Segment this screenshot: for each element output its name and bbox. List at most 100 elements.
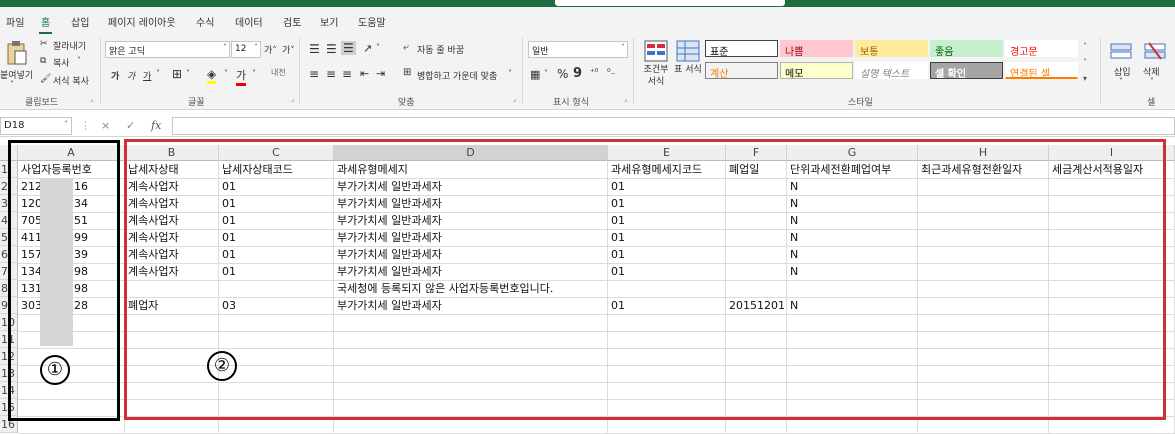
decrease-decimal-icon[interactable]: ⁰₋ [607, 68, 615, 78]
clipboard-group-label: 클립보드 [25, 98, 59, 108]
phonetic-button[interactable]: 내천 [271, 67, 286, 78]
alignment-group-label: 맞춤 [398, 98, 415, 108]
tab-file[interactable]: 파일 [6, 14, 24, 29]
merge-dropdown-icon[interactable]: ˅ [508, 69, 512, 78]
format-as-table-icon[interactable] [676, 40, 700, 62]
clipboard-launcher-icon[interactable]: ⌟ [90, 95, 93, 103]
format-as-table-button[interactable]: 표 서식 [674, 64, 702, 76]
cell-style-4[interactable]: 경고문 [1005, 40, 1078, 58]
bold-button[interactable]: 가 [111, 69, 119, 82]
wrap-text-button[interactable]: 자동 줄 바꿈 [417, 43, 464, 56]
grow-font-button[interactable]: 가˄ [264, 43, 277, 56]
align-middle-icon[interactable]: ☰ [326, 42, 337, 56]
insert-function-icon[interactable]: fx [151, 119, 161, 132]
shrink-font-button[interactable]: 가˅ [282, 43, 295, 56]
border-icon[interactable]: ⊞ [172, 67, 182, 81]
tab-insert[interactable]: 삽입 [71, 14, 89, 29]
cell-style-1[interactable]: 나쁨 [780, 40, 853, 58]
title-bar [0, 0, 1175, 7]
cells-group-label: 셀 [1147, 98, 1156, 108]
tab-page-layout[interactable]: 페이지 레이아웃 [108, 14, 176, 29]
cut-button[interactable]: 잘라내기 [53, 39, 86, 52]
merge-icon: ⊞ [403, 67, 412, 78]
formula-input[interactable] [172, 117, 1175, 135]
cell-style-3[interactable]: 좋음 [930, 40, 1003, 58]
copy-button[interactable]: 복사 [53, 56, 70, 69]
insert-cells-icon[interactable] [1110, 41, 1132, 61]
annotation-label-1: ① [40, 355, 70, 385]
align-left-icon[interactable]: ≡ [309, 67, 319, 81]
align-center-icon[interactable]: ≡ [326, 67, 336, 81]
orientation-dropdown-icon[interactable]: ˅ [376, 43, 380, 52]
copy-icon: ⧉ [40, 56, 47, 66]
tab-help[interactable]: 도움말 [358, 14, 386, 29]
font-size-combo[interactable]: 12 ˅ [231, 41, 261, 58]
gallery-down-icon[interactable]: ˅ [1083, 58, 1087, 67]
insert-dropdown-icon[interactable]: ˅ [1119, 77, 1123, 86]
name-box-value: D18 [4, 120, 25, 131]
increase-decimal-icon[interactable]: ⁺⁰ [590, 68, 598, 78]
annotation-box-2 [124, 139, 1166, 420]
number-launcher-icon[interactable]: ⌟ [624, 95, 627, 103]
paste-dropdown-icon[interactable]: ˅ [10, 80, 14, 89]
fill-color-icon[interactable]: ◈ [207, 67, 217, 84]
accounting-icon[interactable]: ▦ [530, 68, 540, 81]
cell-style-9[interactable]: 연결된 셀 [1005, 62, 1078, 80]
separator [522, 38, 523, 104]
cell-style-5[interactable]: 계산 [705, 62, 778, 80]
align-top-icon[interactable]: ☰ [309, 42, 320, 56]
conditional-format-icon[interactable] [644, 40, 668, 62]
align-right-icon[interactable]: ≡ [342, 67, 352, 81]
gallery-more-icon[interactable]: ▾ [1083, 74, 1087, 83]
decrease-indent-icon[interactable]: ⇤ [360, 67, 369, 80]
title-search-box[interactable] [555, 0, 785, 6]
align-bottom-icon[interactable]: ☰ [341, 41, 356, 55]
font-group-label: 글꼴 [188, 98, 205, 108]
chevron-down-icon: ˅ [254, 43, 258, 52]
font-size-value: 12 [235, 44, 247, 54]
format-painter-icon: 🖌 [40, 74, 52, 84]
underline-dropdown-icon[interactable]: ˅ [156, 69, 160, 78]
tab-review[interactable]: 검토 [283, 14, 301, 29]
cancel-icon[interactable]: × [101, 119, 110, 132]
separator [1100, 38, 1101, 104]
delete-cells-icon[interactable] [1144, 41, 1166, 61]
enter-icon[interactable]: ✓ [126, 119, 135, 132]
cell-style-7[interactable]: 설명 텍스트 [855, 62, 928, 80]
cell-style-6[interactable]: 메모 [780, 62, 853, 80]
paste-button[interactable]: 붙여넣기 [0, 68, 33, 81]
increase-indent-icon[interactable]: ⇥ [376, 67, 385, 80]
cell-style-8[interactable]: 셀 확인 [930, 62, 1003, 80]
orientation-icon[interactable]: ↗ [363, 42, 372, 55]
accounting-dropdown-icon[interactable]: ˅ [544, 69, 548, 78]
tab-data[interactable]: 데이터 [235, 14, 263, 29]
comma-button[interactable]: 9 [573, 66, 582, 81]
cell-style-0[interactable]: 표준 [705, 40, 778, 58]
cell-style-2[interactable]: 보통 [855, 40, 928, 58]
name-box[interactable]: D18 ˅ [0, 117, 72, 135]
tab-view[interactable]: 보기 [320, 14, 338, 29]
border-dropdown-icon[interactable]: ˅ [186, 69, 190, 78]
chevron-down-icon: ˅ [621, 43, 625, 52]
tab-formulas[interactable]: 수식 [196, 14, 214, 29]
tab-home[interactable]: 홈 [38, 14, 53, 34]
delete-dropdown-icon[interactable]: ˅ [1150, 77, 1154, 86]
gallery-up-icon[interactable]: ˄ [1083, 42, 1087, 51]
alignment-launcher-icon[interactable]: ⌟ [513, 95, 516, 103]
underline-button[interactable]: 가 [143, 69, 151, 82]
format-painter-button[interactable]: 서식 복사 [53, 74, 89, 87]
conditional-format-button[interactable]: 조건부 서식 [642, 64, 670, 88]
fill-dropdown-icon[interactable]: ˅ [224, 69, 228, 78]
merge-center-button[interactable]: 병합하고 가운데 맞춤 [417, 69, 497, 82]
font-color-button[interactable]: 가 [236, 67, 247, 86]
italic-button[interactable]: 가 [127, 69, 135, 82]
paste-icon[interactable] [6, 40, 28, 66]
number-format-combo[interactable]: 일반 ˅ [528, 41, 628, 58]
font-launcher-icon[interactable]: ⌟ [291, 95, 294, 103]
formula-bar-grip-icon: ⋮ [80, 119, 91, 132]
copy-dropdown-icon[interactable]: ˅ [77, 56, 81, 65]
font-name-combo[interactable]: 맑은 고딕 ˅ [105, 41, 230, 58]
font-color-dropdown-icon[interactable]: ˅ [252, 69, 256, 78]
percent-button[interactable]: % [557, 67, 568, 81]
ribbon-tabs: 파일 홈 삽입 페이지 레이아웃 수식 데이터 검토 보기 도움말 [0, 7, 1175, 34]
